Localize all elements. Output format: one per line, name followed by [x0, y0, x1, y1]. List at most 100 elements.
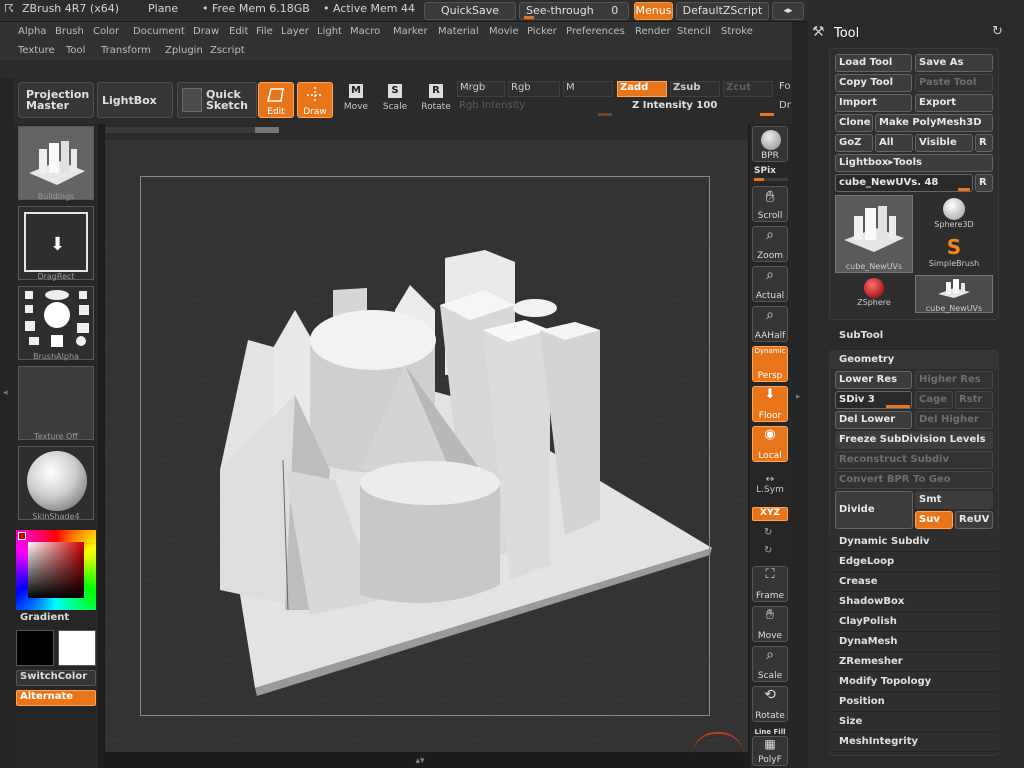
shadowbox-section[interactable]: ShadowBox: [829, 592, 999, 612]
sdiv-slider[interactable]: SDiv 3: [835, 391, 912, 409]
scale-button[interactable]: S Scale: [378, 84, 412, 120]
nav-arrows-icon[interactable]: ◂▸: [772, 2, 804, 20]
menu-file[interactable]: File: [256, 26, 273, 37]
menu-color[interactable]: Color: [93, 26, 119, 37]
move-button[interactable]: M Move: [339, 84, 373, 120]
scroll-thumb[interactable]: [255, 127, 279, 133]
see-through-slider[interactable]: See-through 0: [519, 2, 629, 20]
lower-res-button[interactable]: Lower Res: [835, 371, 912, 389]
current-tool-r-button[interactable]: R: [975, 174, 993, 192]
rotate-button[interactable]: R Rotate: [419, 84, 453, 120]
tool-thumb-zsphere[interactable]: ZSphere: [835, 275, 913, 313]
primary-color-swatch[interactable]: [16, 630, 54, 666]
quicksave-button[interactable]: QuickSave: [424, 2, 516, 20]
zoom-button[interactable]: ⌕ Zoom: [752, 226, 788, 262]
actual-button[interactable]: ⌕ Actual: [752, 266, 788, 302]
rotate-y-icon[interactable]: ↻: [764, 527, 772, 538]
xyz-button[interactable]: XYZ: [752, 507, 788, 521]
color-square[interactable]: [28, 542, 84, 598]
claypolish-section[interactable]: ClayPolish: [829, 612, 999, 632]
convert-bpr-button[interactable]: Convert BPR To Geo: [835, 471, 993, 489]
import-button[interactable]: Import: [835, 94, 912, 112]
dynamesh-section[interactable]: DynaMesh: [829, 632, 999, 652]
draw-size-label[interactable]: Dr: [779, 100, 791, 111]
menu-texture[interactable]: Texture: [18, 45, 55, 56]
freeze-subdivision-button[interactable]: Freeze SubDivision Levels: [835, 431, 993, 449]
menus-button[interactable]: Menus: [634, 2, 673, 20]
projection-master-button[interactable]: Projection Master: [18, 82, 94, 118]
modify-topology-section[interactable]: Modify Topology: [829, 672, 999, 692]
menu-stencil[interactable]: Stencil: [677, 26, 711, 37]
secondary-color-swatch[interactable]: [58, 630, 96, 666]
m-toggle[interactable]: M: [563, 81, 613, 97]
buildings-thumbnail[interactable]: [18, 126, 94, 200]
geometry-section[interactable]: Geometry: [829, 351, 999, 369]
scroll-button[interactable]: ✋︎ Scroll: [752, 186, 788, 222]
rgb-toggle[interactable]: Rgb: [508, 81, 560, 97]
zcut-toggle[interactable]: Zcut: [723, 81, 773, 97]
persp-button[interactable]: Dynamic Persp: [752, 346, 788, 382]
menu-draw[interactable]: Draw: [193, 26, 219, 37]
goz-button[interactable]: GoZ: [835, 134, 873, 152]
crease-section[interactable]: Crease: [829, 572, 999, 592]
local-button[interactable]: ◉ Local: [752, 426, 788, 462]
tool-thumb-cube-newuvs[interactable]: cube_NewUVs: [835, 195, 913, 273]
reuv-toggle[interactable]: ReUV: [955, 511, 993, 529]
texture-thumbnail[interactable]: [18, 366, 94, 440]
rgb-intensity-slider[interactable]: Rgb Intensity: [457, 100, 615, 116]
left-tray-arrow-icon[interactable]: ◂: [3, 388, 8, 398]
spix-slider[interactable]: [754, 178, 788, 181]
all-button[interactable]: All: [875, 134, 913, 152]
aahalf-button[interactable]: ⌕ AAHalf: [752, 306, 788, 342]
quick-sketch-button[interactable]: Quick Sketch: [177, 82, 257, 118]
zsub-toggle[interactable]: Zsub: [670, 81, 720, 97]
visible-button[interactable]: Visible: [915, 134, 973, 152]
dynamic-subdiv-section[interactable]: Dynamic Subdiv: [829, 532, 999, 552]
goz-r-button[interactable]: R: [975, 134, 993, 152]
cage-button[interactable]: Cage: [915, 391, 953, 409]
copy-tool-button[interactable]: Copy Tool: [835, 74, 912, 92]
smt-toggle[interactable]: Smt: [915, 491, 993, 509]
position-section[interactable]: Position: [829, 692, 999, 712]
reconstruct-subdiv-button[interactable]: Reconstruct Subdiv: [835, 451, 993, 469]
menu-picker[interactable]: Picker: [527, 26, 557, 37]
lightbox-button[interactable]: LightBox: [97, 82, 173, 118]
focal-shift-label[interactable]: Fo: [779, 81, 791, 92]
meshintegrity-section[interactable]: MeshIntegrity: [829, 732, 999, 752]
del-lower-button[interactable]: Del Lower: [835, 411, 912, 429]
size-section[interactable]: Size: [829, 712, 999, 732]
bpr-button[interactable]: BPR: [752, 126, 788, 162]
paste-tool-button[interactable]: Paste Tool: [915, 74, 993, 92]
move-view-button[interactable]: ✋︎ Move: [752, 606, 788, 642]
z-intensity-slider[interactable]: Z Intensity 100: [630, 100, 778, 116]
tool-thumb-cube-newuvs-2[interactable]: cube_NewUVs: [915, 275, 993, 313]
menu-zscript[interactable]: Zscript: [210, 45, 245, 56]
menu-edit[interactable]: Edit: [229, 26, 248, 37]
bottom-tray-arrow-icon[interactable]: ▴▾: [360, 756, 480, 766]
save-as-button[interactable]: Save As: [915, 54, 993, 72]
menu-marker[interactable]: Marker: [393, 26, 428, 37]
menu-render[interactable]: Render: [635, 26, 671, 37]
menu-transform[interactable]: Transform: [101, 45, 151, 56]
pin-icon[interactable]: ⚒: [812, 24, 825, 40]
edit-button[interactable]: Edit: [258, 82, 294, 118]
line-fill-label[interactable]: Line Fill: [752, 728, 788, 736]
divide-button[interactable]: Divide: [835, 491, 913, 529]
menu-document[interactable]: Document: [133, 26, 185, 37]
tool-thumb-sphere3d[interactable]: Sphere3D: [915, 195, 993, 233]
menu-brush[interactable]: Brush: [55, 26, 84, 37]
scale-view-button[interactable]: ⌕ Scale: [752, 646, 788, 682]
gradient-label[interactable]: Gradient: [20, 612, 69, 623]
lightbox-tools-button[interactable]: Lightbox▸Tools: [835, 154, 993, 172]
frame-button[interactable]: ⛶ Frame: [752, 566, 788, 602]
menu-stroke[interactable]: Stroke: [721, 26, 753, 37]
zadd-toggle[interactable]: Zadd: [617, 81, 667, 97]
polyf-button[interactable]: ▦ PolyF: [752, 736, 788, 766]
menu-alpha[interactable]: Alpha: [18, 26, 46, 37]
menu-layer[interactable]: Layer: [281, 26, 309, 37]
menu-zplugin[interactable]: Zplugin: [165, 45, 203, 56]
menu-preferences[interactable]: Preferences: [566, 26, 625, 37]
color-picker[interactable]: [16, 530, 96, 610]
higher-res-button[interactable]: Higher Res: [915, 371, 993, 389]
menu-movie[interactable]: Movie: [489, 26, 519, 37]
